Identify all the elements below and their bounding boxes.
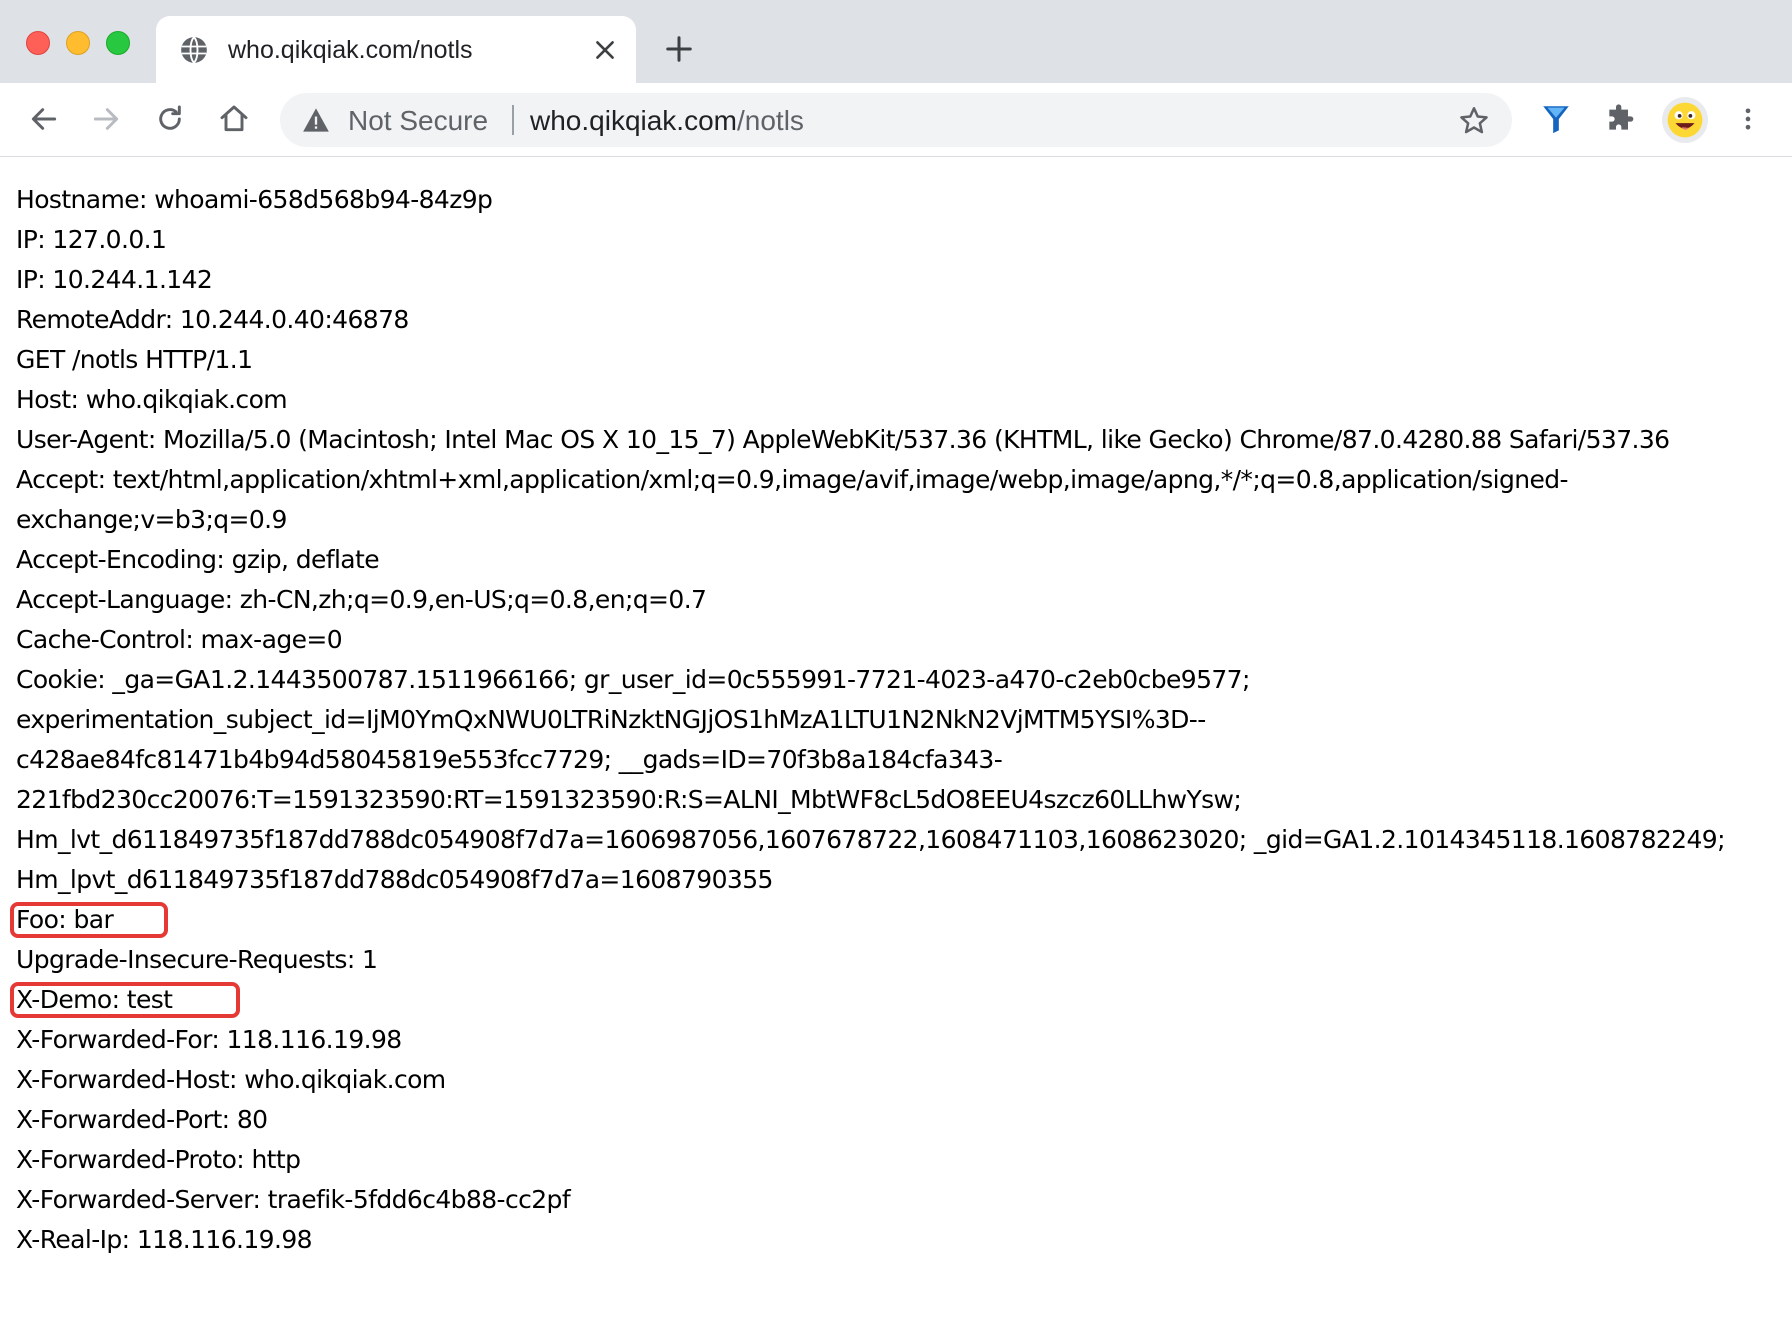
home-icon — [220, 105, 248, 132]
funnel-extension-icon — [1543, 106, 1569, 134]
line-ip-2: IP: 10.244.1.142 — [16, 265, 213, 294]
line-x-demo-highlighted: X-Demo: test — [10, 980, 1756, 1020]
globe-icon — [181, 36, 207, 64]
response-body: Hostname: whoami-658d568b94-84z9p IP: 12… — [10, 180, 1756, 1260]
line-host: Host: who.qikqiak.com — [16, 385, 288, 414]
line-x-demo: X-Demo: test — [16, 985, 173, 1014]
line-x-forwarded-host: X-Forwarded-Host: who.qikqiak.com — [16, 1065, 446, 1094]
line-foo-highlighted: Foo: bar — [10, 900, 1756, 940]
line-x-forwarded-proto: X-Forwarded-Proto: http — [16, 1145, 301, 1174]
browser-window: who.qikqiak.com/notls Not Secure who.qik… — [0, 0, 1792, 1334]
star-icon[interactable] — [1458, 105, 1490, 137]
security-label[interactable]: Not Secure — [348, 106, 488, 136]
line-upgrade-insecure: Upgrade-Insecure-Requests: 1 — [16, 945, 378, 974]
plus-icon[interactable] — [664, 34, 694, 64]
extension-button[interactable] — [1536, 99, 1576, 139]
warning-icon[interactable] — [302, 107, 330, 133]
reload-button[interactable] — [150, 99, 190, 139]
line-cookie-3: c428ae84fc81471b4b94d58045819e553fcc7729… — [16, 745, 1003, 774]
puzzle-icon — [1609, 104, 1634, 130]
line-x-forwarded-port: X-Forwarded-Port: 80 — [16, 1105, 268, 1134]
url-path: /notls — [736, 105, 804, 136]
back-arrow-icon — [31, 108, 57, 130]
line-x-forwarded-server: X-Forwarded-Server: traefik-5fdd6c4b88-c… — [16, 1185, 571, 1214]
omnibox-divider — [512, 105, 514, 135]
home-button[interactable] — [214, 99, 254, 139]
url-text[interactable]: who.qikqiak.com/notls — [530, 106, 804, 136]
kebab-menu-icon — [1745, 108, 1751, 130]
line-x-real-ip: X-Real-Ip: 118.116.19.98 — [16, 1225, 313, 1254]
reload-icon — [159, 105, 181, 130]
tab-active[interactable]: who.qikqiak.com/notls — [156, 16, 636, 83]
line-hostname: Hostname: whoami-658d568b94-84z9p — [16, 185, 493, 214]
address-bar[interactable]: Not Secure who.qikqiak.com/notls — [280, 93, 1512, 147]
profile-avatar[interactable] — [1662, 97, 1708, 143]
extensions-button[interactable] — [1600, 99, 1640, 139]
line-cookie-2: experimentation_subject_id=IjM0YmQxNWU0L… — [16, 705, 1206, 734]
line-cookie-5: Hm_lvt_d611849735f187dd788dc054908f7d7a=… — [16, 825, 1726, 854]
line-remote-addr: RemoteAddr: 10.244.0.40:46878 — [16, 305, 409, 334]
line-cookie-6: Hm_lpvt_d611849735f187dd788dc054908f7d7a… — [16, 865, 773, 894]
line-accept-language: Accept-Language: zh-CN,zh;q=0.9,en-US;q=… — [16, 585, 707, 614]
close-icon[interactable] — [592, 37, 618, 63]
browser-toolbar: Not Secure who.qikqiak.com/notls — [0, 83, 1792, 157]
forward-button[interactable] — [86, 99, 126, 139]
line-cookie-1: Cookie: _ga=GA1.2.1443500787.1511966166;… — [16, 665, 1250, 694]
forward-arrow-icon — [93, 108, 119, 130]
line-x-forwarded-for: X-Forwarded-For: 118.116.19.98 — [16, 1025, 402, 1054]
url-host: who.qikqiak.com — [530, 105, 737, 136]
back-button[interactable] — [24, 99, 64, 139]
line-accept: Accept: text/html,application/xhtml+xml,… — [16, 465, 1569, 494]
window-minimize-button[interactable] — [66, 31, 90, 55]
tab-strip: who.qikqiak.com/notls — [0, 0, 1792, 83]
window-maximize-button[interactable] — [106, 31, 130, 55]
line-cookie-4: 221fbd230cc20076:T=1591323590:RT=1591323… — [16, 785, 1242, 814]
line-accept-encoding: Accept-Encoding: gzip, deflate — [16, 545, 380, 574]
avatar-emoji — [1667, 102, 1703, 138]
browser-menu-button[interactable] — [1728, 99, 1768, 139]
window-close-button[interactable] — [26, 31, 50, 55]
line-ip-1: IP: 127.0.0.1 — [16, 225, 167, 254]
line-accept-cont: exchange;v=b3;q=0.9 — [16, 505, 287, 534]
line-cache-control: Cache-Control: max-age=0 — [16, 625, 343, 654]
line-user-agent: User-Agent: Mozilla/5.0 (Macintosh; Inte… — [16, 425, 1670, 454]
line-foo: Foo: bar — [16, 905, 114, 934]
line-request: GET /notls HTTP/1.1 — [16, 345, 253, 374]
tab-title: who.qikqiak.com/notls — [228, 36, 473, 64]
